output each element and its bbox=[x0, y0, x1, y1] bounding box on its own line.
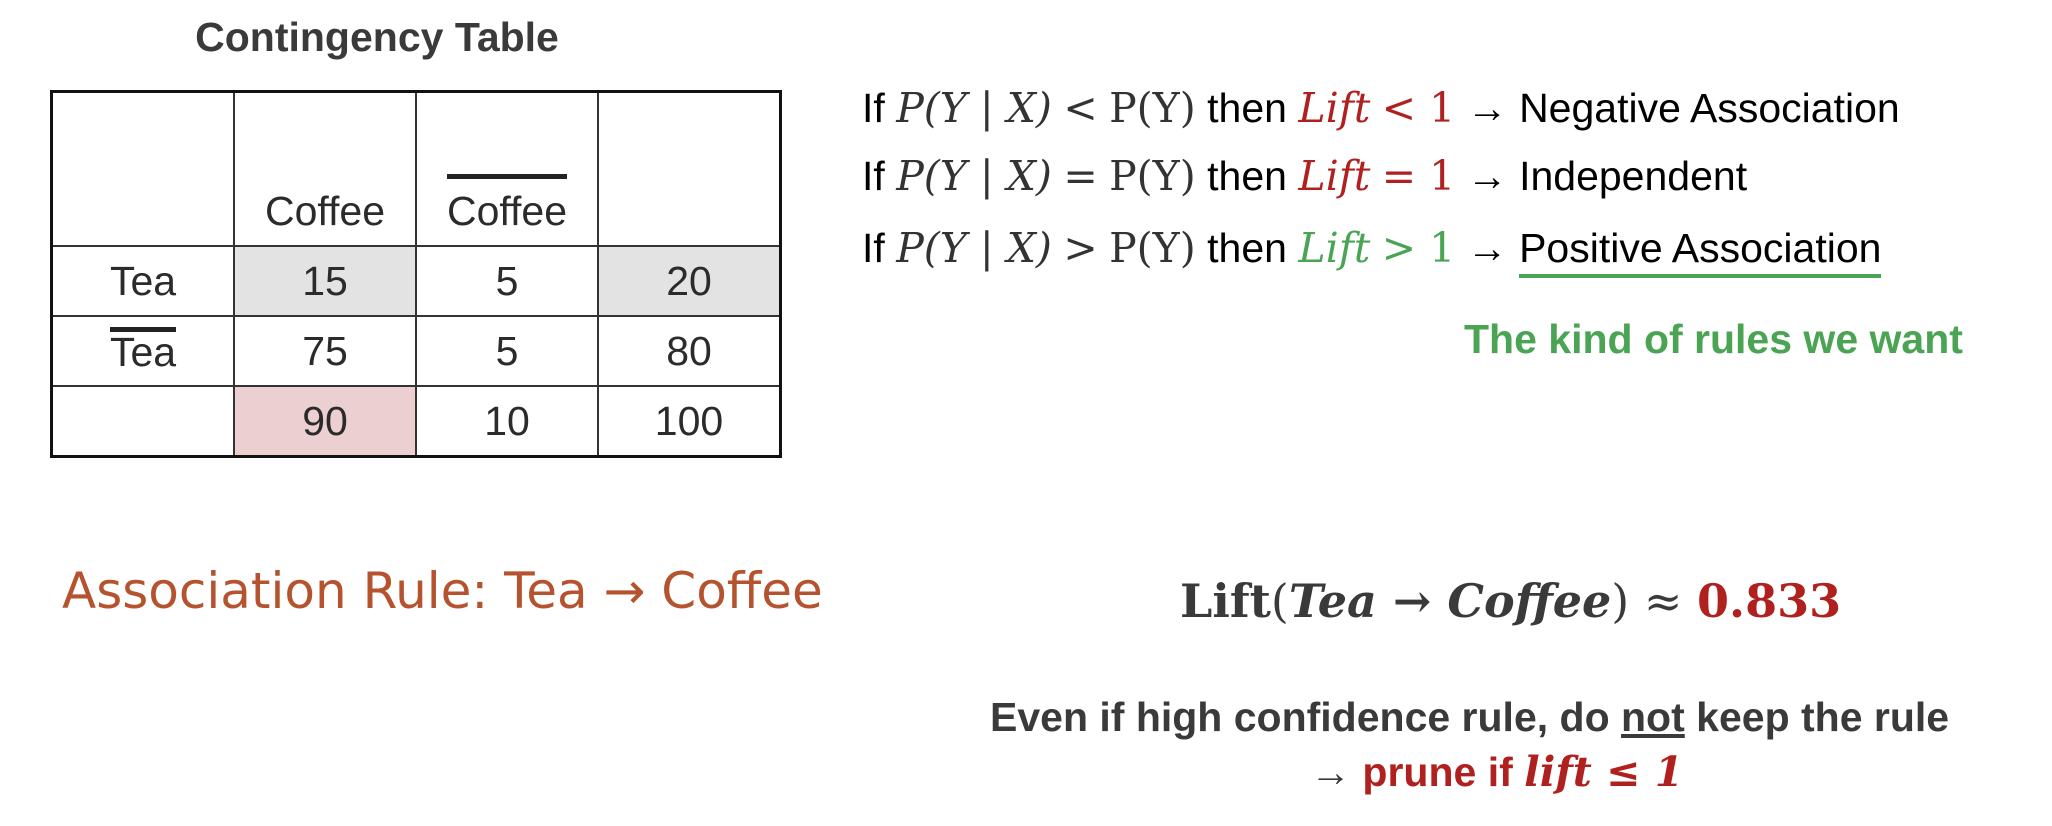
arrow-icon: → bbox=[1466, 153, 1508, 199]
prune-text: prune if bbox=[1362, 749, 1525, 795]
stmt-prefix: If bbox=[862, 225, 885, 271]
note-text-b: keep the rule bbox=[1684, 694, 1950, 740]
cell-not-tea-total: 80 bbox=[597, 315, 782, 387]
cell-tea-total: 20 bbox=[597, 245, 782, 317]
arrow-icon: → bbox=[1310, 749, 1351, 795]
cell-tea-coffee: 15 bbox=[233, 245, 417, 317]
header-cell-empty bbox=[50, 90, 235, 247]
note-text-underlined: not bbox=[1621, 694, 1685, 740]
cell-not-tea-not-coffee: 5 bbox=[415, 315, 599, 387]
stmt-lift-op: = 1 bbox=[1381, 152, 1456, 200]
stmt-result: Positive Association bbox=[1519, 225, 1882, 278]
note-line-2: → prune if lift ≤ 1 bbox=[1310, 748, 1683, 796]
header-cell-total bbox=[597, 90, 782, 247]
cell-total-not-coffee: 10 bbox=[415, 385, 599, 458]
stmt-lhs: P(Y | X) bbox=[896, 152, 1052, 200]
stmt-then: then bbox=[1207, 153, 1287, 199]
note-text-a: Even if high confidence rule, do bbox=[990, 694, 1622, 740]
stmt-lhs: P(Y | X) bbox=[896, 224, 1052, 272]
not-coffee-label: Coffee bbox=[446, 174, 568, 232]
stmt-op: = bbox=[1063, 152, 1098, 200]
table-title: Contingency Table bbox=[195, 14, 559, 60]
stmt-lift-op: > 1 bbox=[1381, 224, 1456, 272]
lift-arg: Tea → Coffee bbox=[1288, 574, 1612, 628]
lift-close-paren: ) bbox=[1611, 574, 1630, 628]
stmt-lhs: P(Y | X) bbox=[896, 84, 1052, 132]
lift-equation: Lift(Tea → Coffee) ≈ 0.833 bbox=[1180, 574, 1841, 628]
arrow-icon: → bbox=[1466, 85, 1508, 131]
row-label-total bbox=[50, 385, 235, 458]
stmt-op: < bbox=[1063, 84, 1098, 132]
stmt-lift-word: Lift bbox=[1298, 84, 1371, 132]
stmt-rhs: P(Y) bbox=[1109, 224, 1196, 272]
row-label-not-tea: Tea bbox=[50, 315, 235, 387]
cell-not-tea-coffee: 75 bbox=[233, 315, 417, 387]
stmt-lift-word: Lift bbox=[1298, 152, 1371, 200]
contingency-table: Coffee Coffee Tea 15 5 20 Tea 75 5 80 90… bbox=[50, 90, 782, 458]
lift-name: Lift bbox=[1180, 574, 1271, 628]
lift-value: 0.833 bbox=[1697, 574, 1842, 628]
stmt-rhs: P(Y) bbox=[1109, 152, 1196, 200]
prune-math: lift ≤ 1 bbox=[1524, 748, 1684, 796]
not-tea-label: Tea bbox=[109, 326, 177, 375]
cell-total-coffee: 90 bbox=[233, 385, 417, 458]
stmt-prefix: If bbox=[862, 85, 885, 131]
lift-open-paren: ( bbox=[1270, 574, 1289, 628]
table-header-row: Coffee Coffee bbox=[50, 90, 782, 247]
stmt-then: then bbox=[1207, 85, 1287, 131]
stmt-lift-op: < 1 bbox=[1381, 84, 1456, 132]
stmt-result: Independent bbox=[1519, 153, 1748, 199]
header-cell-coffee: Coffee bbox=[233, 90, 417, 247]
table-row-tea: Tea 15 5 20 bbox=[50, 245, 782, 317]
stmt-rhs: P(Y) bbox=[1109, 84, 1196, 132]
arrow-icon: → bbox=[1466, 225, 1508, 271]
stmt-lift-word: Lift bbox=[1298, 224, 1371, 272]
kind-of-rules-label: The kind of rules we want bbox=[1464, 316, 1963, 362]
stmt-result: Negative Association bbox=[1519, 85, 1900, 131]
table-row-total: 90 10 100 bbox=[50, 385, 782, 458]
stmt-prefix: If bbox=[862, 153, 885, 199]
cell-grand-total: 100 bbox=[597, 385, 782, 458]
statement-negative: If P(Y | X) < P(Y) then Lift < 1 → Negat… bbox=[862, 84, 1900, 132]
table-row-not-tea: Tea 75 5 80 bbox=[50, 315, 782, 387]
statement-positive: If P(Y | X) > P(Y) then Lift > 1 → Posit… bbox=[862, 224, 1882, 278]
stmt-then: then bbox=[1207, 225, 1287, 271]
row-label-tea: Tea bbox=[50, 245, 235, 317]
association-rule: Association Rule: Tea → Coffee bbox=[62, 562, 823, 620]
statement-independent: If P(Y | X) = P(Y) then Lift = 1 → Indep… bbox=[862, 152, 1747, 200]
header-cell-not-coffee: Coffee bbox=[415, 90, 599, 247]
cell-tea-not-coffee: 5 bbox=[415, 245, 599, 317]
note-line-1: Even if high confidence rule, do not kee… bbox=[990, 694, 1949, 741]
stmt-op: > bbox=[1063, 224, 1098, 272]
approx-sign: ≈ bbox=[1643, 574, 1683, 628]
